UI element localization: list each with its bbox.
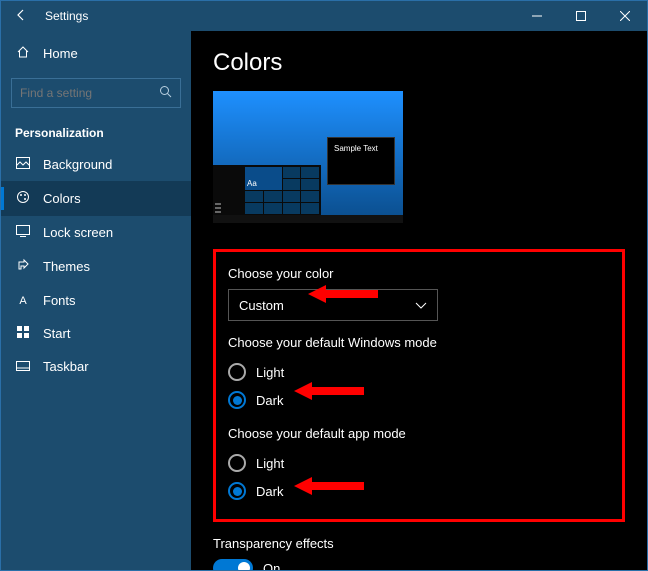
preview-start-menu: Aa (213, 165, 321, 215)
page-title: Colors (213, 49, 625, 77)
palette-icon (15, 190, 31, 207)
windows-mode-group: Light Dark (228, 358, 610, 414)
start-icon (15, 326, 31, 341)
home-label: Home (43, 46, 78, 61)
nav-fonts[interactable]: A Fonts (1, 284, 191, 317)
desktop-preview: Sample Text Aa (213, 91, 403, 223)
home-icon (15, 45, 31, 62)
nav-themes[interactable]: Themes (1, 249, 191, 284)
nav-colors[interactable]: Colors (1, 181, 191, 216)
search-input[interactable] (20, 86, 150, 100)
choose-color-label: Choose your color (228, 266, 610, 281)
windows-mode-label: Choose your default Windows mode (228, 335, 610, 350)
back-button[interactable] (1, 8, 41, 25)
nav-label: Fonts (43, 293, 76, 308)
nav-background[interactable]: Background (1, 148, 191, 181)
chevron-down-icon (415, 298, 427, 313)
close-button[interactable] (603, 1, 647, 31)
annotation-arrow (308, 282, 378, 306)
app-mode-group: Light Dark (228, 449, 610, 505)
preview-window: Sample Text (327, 137, 395, 185)
window-title: Settings (41, 9, 515, 23)
dropdown-value: Custom (239, 298, 284, 313)
transparency-toggle[interactable] (213, 559, 253, 570)
preview-taskbar (213, 215, 403, 223)
taskbar-icon (15, 359, 31, 374)
radio-icon (228, 363, 246, 381)
minimize-button[interactable] (515, 1, 559, 31)
maximize-button[interactable] (559, 1, 603, 31)
annotation-highlight: Choose your color Custom Choose your def… (213, 249, 625, 522)
transparency-toggle-row: On (213, 559, 625, 570)
nav-lockscreen[interactable]: Lock screen (1, 216, 191, 249)
windows-mode-dark[interactable]: Dark (228, 386, 610, 414)
titlebar: Settings (1, 1, 647, 31)
section-label: Personalization (1, 116, 191, 148)
search-box[interactable] (11, 78, 181, 108)
home-nav[interactable]: Home (1, 37, 191, 70)
radio-icon (228, 482, 246, 500)
annotation-arrow (294, 379, 364, 403)
app-mode-dark[interactable]: Dark (228, 477, 610, 505)
annotation-arrow (294, 474, 364, 498)
transparency-label: Transparency effects (213, 536, 625, 551)
content-area: Colors Sample Text Aa Choose your color … (191, 31, 647, 570)
nav-label: Colors (43, 191, 81, 206)
preview-tile-aa: Aa (245, 167, 282, 190)
nav-label: Background (43, 157, 112, 172)
search-icon (159, 85, 172, 101)
nav-start[interactable]: Start (1, 317, 191, 350)
nav-label: Start (43, 326, 70, 341)
sidebar: Home Personalization Background Colors L… (1, 31, 191, 570)
app-mode-light[interactable]: Light (228, 449, 610, 477)
nav-label: Lock screen (43, 225, 113, 240)
app-mode-label: Choose your default app mode (228, 426, 610, 441)
lockscreen-icon (15, 225, 31, 240)
settings-window: Settings Home Personalization Background… (0, 0, 648, 571)
radio-icon (228, 454, 246, 472)
fonts-icon: A (15, 295, 31, 307)
nav-taskbar[interactable]: Taskbar (1, 350, 191, 383)
windows-mode-light[interactable]: Light (228, 358, 610, 386)
nav-label: Themes (43, 259, 90, 274)
themes-icon (15, 258, 31, 275)
nav-label: Taskbar (43, 359, 89, 374)
picture-icon (15, 157, 31, 172)
radio-icon (228, 391, 246, 409)
toggle-value: On (263, 561, 280, 571)
